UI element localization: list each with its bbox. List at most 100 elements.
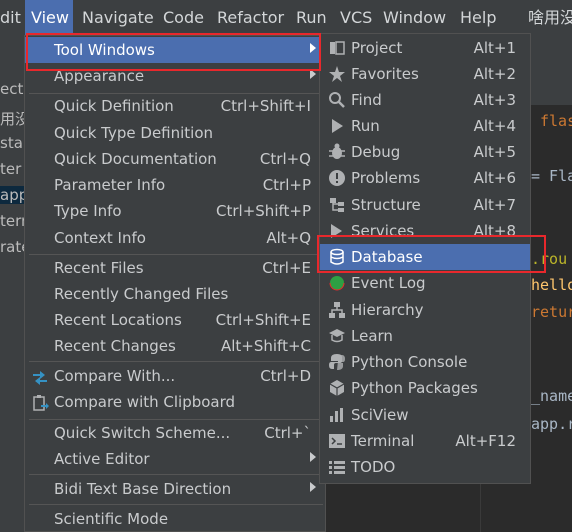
search-icon bbox=[328, 91, 346, 109]
menu-item-shortcut: Ctrl+` bbox=[264, 424, 311, 442]
menu-item-compare-clipboard[interactable]: Compare with Clipboard bbox=[25, 389, 325, 415]
tree-item-selected[interactable]: app bbox=[0, 186, 24, 204]
title-text: 啥用没 bbox=[528, 8, 572, 27]
menu-item-shortcut: Alt+6 bbox=[473, 169, 516, 187]
menu-item-shortcut: Alt+5 bbox=[473, 143, 516, 161]
menu-navigate[interactable]: Navigate bbox=[82, 9, 154, 27]
hierarchy-icon bbox=[328, 301, 346, 319]
menu-item-scientific-mode[interactable]: Scientific Mode bbox=[25, 506, 325, 532]
tool-window-python-console[interactable]: Python Console bbox=[320, 349, 530, 375]
menu-item-shortcut: Alt+Shift+C bbox=[220, 337, 311, 355]
tool-window-hierarchy[interactable]: Hierarchy bbox=[320, 297, 530, 323]
submenu-arrow-icon bbox=[310, 482, 316, 492]
menu-item-type-info[interactable]: Type Info Ctrl+Shift+P bbox=[25, 198, 325, 224]
highlight-box-database bbox=[317, 235, 546, 273]
sciview-icon bbox=[328, 406, 346, 424]
menu-help[interactable]: Help bbox=[460, 9, 496, 27]
menu-item-recent-files[interactable]: Recent Files Ctrl+E bbox=[25, 255, 325, 281]
menu-item-compare-with[interactable]: Compare With... Ctrl+D bbox=[25, 363, 325, 389]
terminal-icon bbox=[328, 432, 346, 450]
view-menu: Tool Windows Appearance Quick Definition… bbox=[24, 35, 326, 532]
tool-window-project[interactable]: Project Alt+1 bbox=[320, 35, 530, 61]
menu-item-quick-definition[interactable]: Quick Definition Ctrl+Shift+I bbox=[25, 93, 325, 119]
menu-item-shortcut: Alt+1 bbox=[473, 39, 516, 57]
menu-item-label: Learn bbox=[351, 327, 393, 345]
menu-item-bidi-text[interactable]: Bidi Text Base Direction bbox=[25, 476, 325, 502]
menu-item-label: Terminal bbox=[351, 432, 415, 450]
tool-window-run[interactable]: Run Alt+4 bbox=[320, 113, 530, 139]
menu-item-recent-changes[interactable]: Recent Changes Alt+Shift+C bbox=[25, 333, 325, 359]
warning-icon bbox=[328, 169, 346, 187]
menu-item-label: Find bbox=[351, 91, 382, 109]
menu-refactor[interactable]: Refactor bbox=[217, 9, 284, 27]
menu-item-label: Parameter Info bbox=[54, 176, 166, 194]
tool-window-find[interactable]: Find Alt+3 bbox=[320, 87, 530, 113]
menu-item-label: Compare With... bbox=[54, 367, 176, 385]
python-packages-icon bbox=[328, 379, 346, 397]
tree-item[interactable]: 用没 bbox=[0, 108, 24, 129]
menu-item-label: Bidi Text Base Direction bbox=[54, 480, 232, 498]
menu-item-label: SciView bbox=[351, 406, 409, 424]
menu-item-shortcut: Ctrl+Shift+E bbox=[215, 311, 311, 329]
tree-item[interactable]: sta bbox=[0, 134, 24, 152]
menu-item-context-info[interactable]: Context Info Alt+Q bbox=[25, 225, 325, 251]
menu-run[interactable]: Run bbox=[296, 9, 327, 27]
menu-separator bbox=[29, 474, 323, 475]
menu-item-shortcut: Ctrl+E bbox=[262, 259, 311, 277]
menu-item-label: Compare with Clipboard bbox=[54, 393, 236, 411]
menu-item-shortcut: Ctrl+Shift+P bbox=[216, 202, 311, 220]
menu-item-label: Favorites bbox=[351, 65, 419, 83]
clipboard-compare-icon bbox=[31, 394, 49, 412]
menu-item-shortcut: Alt+4 bbox=[473, 117, 516, 135]
menu-item-shortcut: Alt+Q bbox=[266, 229, 311, 247]
menu-item-label: Hierarchy bbox=[351, 301, 424, 319]
menu-edit[interactable]: dit bbox=[0, 9, 21, 27]
menu-item-label: Event Log bbox=[351, 274, 426, 292]
menu-item-label: Recent Changes bbox=[54, 337, 176, 355]
panel-label: ect bbox=[0, 80, 24, 98]
menu-item-label: Quick Type Definition bbox=[54, 124, 214, 142]
code-line: retur bbox=[531, 303, 572, 321]
tool-window-terminal[interactable]: Terminal Alt+F12 bbox=[320, 428, 530, 454]
structure-icon bbox=[328, 196, 346, 214]
tool-window-structure[interactable]: Structure Alt+7 bbox=[320, 192, 530, 218]
todo-icon bbox=[328, 458, 346, 476]
tree-item[interactable]: ter bbox=[0, 160, 24, 178]
menu-item-quick-documentation[interactable]: Quick Documentation Ctrl+Q bbox=[25, 146, 325, 172]
submenu-arrow-icon bbox=[310, 452, 316, 462]
tool-window-learn[interactable]: Learn bbox=[320, 323, 530, 349]
learn-icon bbox=[328, 327, 346, 345]
tool-window-sciview[interactable]: SciView bbox=[320, 402, 530, 428]
menu-item-shortcut: Alt+3 bbox=[473, 91, 516, 109]
menu-item-label: Quick Definition bbox=[54, 97, 174, 115]
tree-item[interactable]: rate bbox=[0, 238, 24, 256]
menu-view[interactable]: View bbox=[31, 9, 69, 27]
menu-item-quick-switch-scheme[interactable]: Quick Switch Scheme... Ctrl+` bbox=[25, 420, 325, 446]
menu-item-label: Python Packages bbox=[351, 379, 478, 397]
menu-code[interactable]: Code bbox=[163, 9, 204, 27]
menu-item-label: Recent Files bbox=[54, 259, 144, 277]
tool-window-problems[interactable]: Problems Alt+6 bbox=[320, 165, 530, 191]
tool-window-python-packages[interactable]: Python Packages bbox=[320, 375, 530, 401]
tree-item[interactable]: tern bbox=[0, 212, 24, 230]
menu-item-shortcut: Alt+2 bbox=[473, 65, 516, 83]
menu-item-label: Context Info bbox=[54, 229, 146, 247]
menu-item-label: Quick Documentation bbox=[54, 150, 217, 168]
tool-window-favorites[interactable]: Favorites Alt+2 bbox=[320, 61, 530, 87]
tool-window-event-log[interactable]: Event Log bbox=[320, 270, 530, 296]
code-line: = Fla bbox=[531, 167, 572, 185]
menu-item-shortcut: Alt+7 bbox=[473, 196, 516, 214]
menu-item-active-editor[interactable]: Active Editor bbox=[25, 446, 325, 472]
menu-item-quick-type-definition[interactable]: Quick Type Definition bbox=[25, 120, 325, 146]
tool-window-todo[interactable]: TODO bbox=[320, 454, 530, 480]
menu-item-recent-locations[interactable]: Recent Locations Ctrl+Shift+E bbox=[25, 307, 325, 333]
menu-item-label: Active Editor bbox=[54, 450, 150, 468]
menu-item-label: Structure bbox=[351, 196, 421, 214]
menu-item-parameter-info[interactable]: Parameter Info Ctrl+P bbox=[25, 172, 325, 198]
menu-item-shortcut: Alt+F12 bbox=[455, 432, 516, 450]
menu-window[interactable]: Window bbox=[383, 9, 446, 27]
menu-item-recently-changed-files[interactable]: Recently Changed Files bbox=[25, 281, 325, 307]
tool-window-debug[interactable]: Debug Alt+5 bbox=[320, 139, 530, 165]
menu-item-label: TODO bbox=[351, 458, 396, 476]
menu-vcs[interactable]: VCS bbox=[340, 9, 372, 27]
